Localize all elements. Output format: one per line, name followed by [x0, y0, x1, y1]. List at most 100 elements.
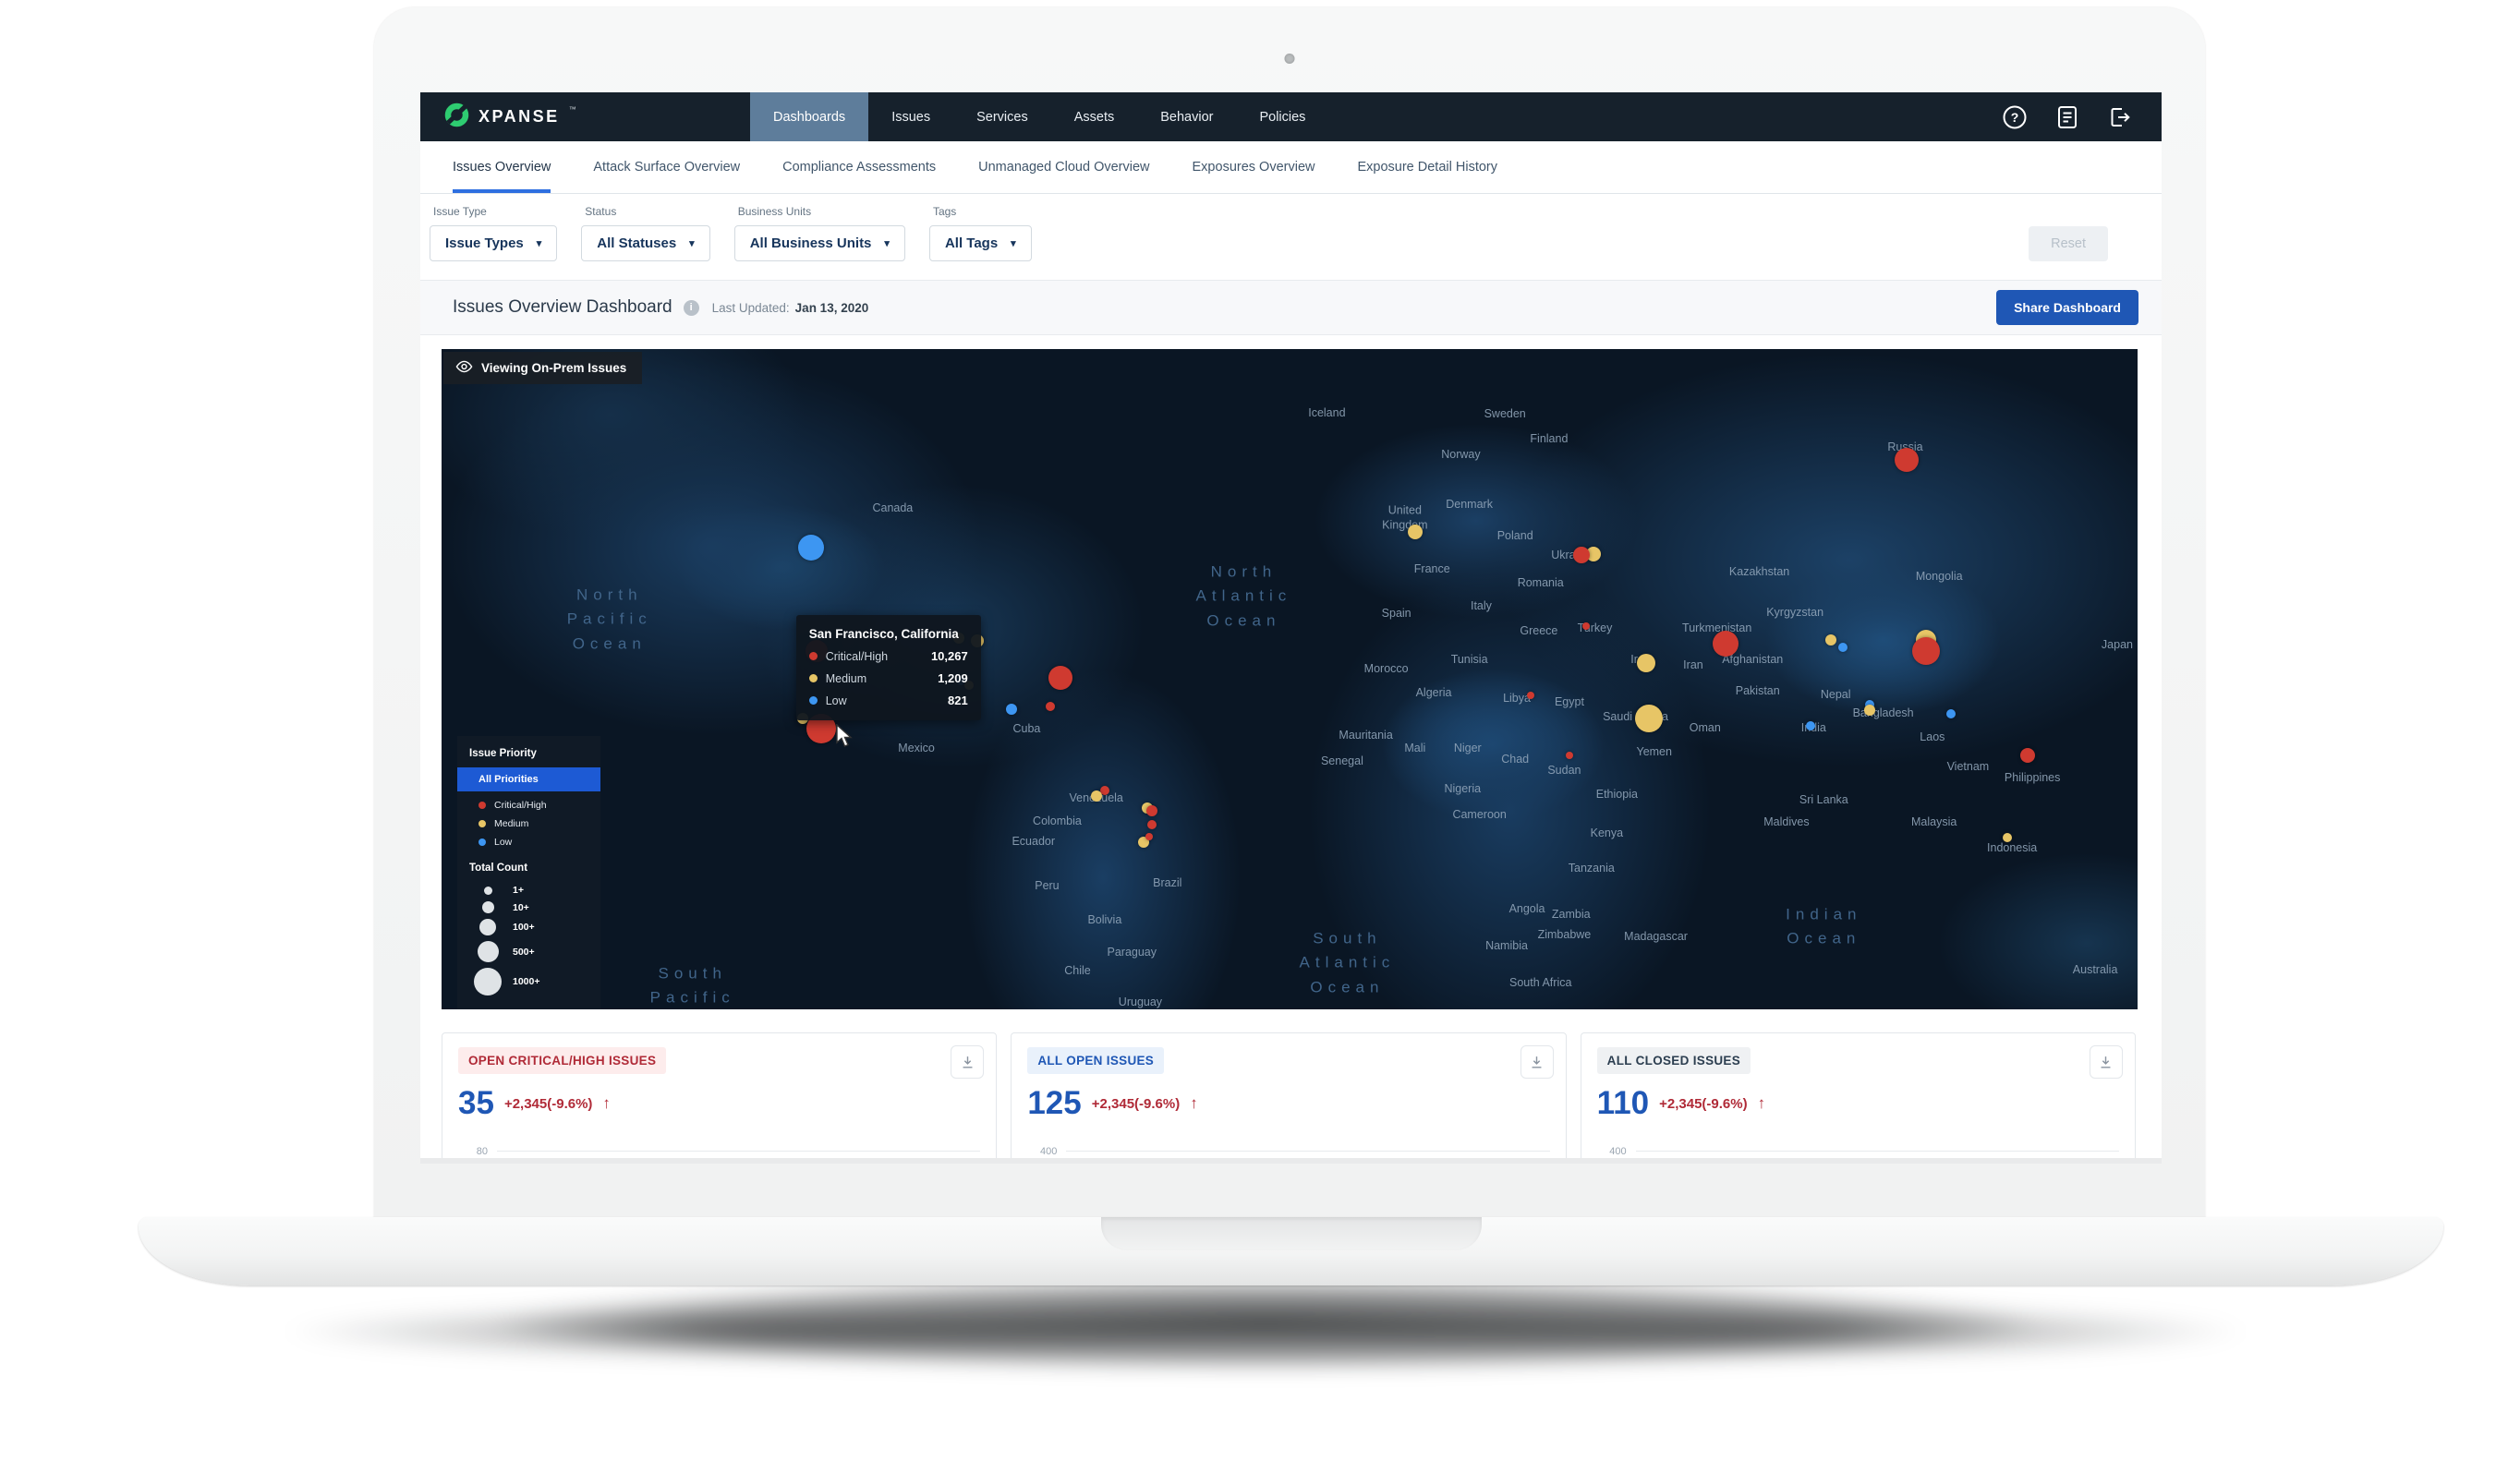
legend-all-priorities[interactable]: All Priorities — [457, 767, 600, 791]
nav-item-services[interactable]: Services — [953, 92, 1051, 141]
filter-select-status[interactable]: All Statuses▾ — [581, 225, 709, 261]
map-country-label-brazil: Brazil — [1153, 876, 1181, 891]
share-dashboard-button[interactable]: Share Dashboard — [1996, 290, 2138, 325]
map-marker-critical[interactable] — [1527, 692, 1534, 699]
nav-item-assets[interactable]: Assets — [1051, 92, 1138, 141]
map-marker-critical[interactable] — [1046, 702, 1055, 711]
map-country-label-poland: Poland — [1497, 529, 1533, 544]
map-country-label-kazakhstan: Kazakhstan — [1729, 565, 1789, 580]
map-country-label-cameroon: Cameroon — [1452, 808, 1506, 823]
arrow-up-icon: ↑ — [602, 1094, 611, 1113]
map-marker-low[interactable] — [1006, 704, 1017, 715]
map-marker-critical[interactable] — [1582, 622, 1590, 630]
map-country-label-kenya: Kenya — [1591, 826, 1623, 841]
chevron-down-icon: ▾ — [689, 237, 695, 249]
map-marker-critical[interactable] — [1912, 637, 1940, 665]
tab-issues-overview[interactable]: Issues Overview — [453, 141, 551, 193]
tooltip-value: 821 — [948, 694, 968, 707]
map-marker-low[interactable] — [1946, 709, 1956, 718]
map-country-label-spain: Spain — [1382, 607, 1411, 621]
map-marker-critical[interactable] — [1566, 752, 1573, 759]
map-marker-medium[interactable] — [1091, 790, 1102, 802]
nav-item-dashboards[interactable]: Dashboards — [750, 92, 868, 141]
map-marker-low[interactable] — [798, 535, 824, 561]
metric-card-open-critical-high-issues: OPEN CRITICAL/HIGH ISSUES35+2,345(-9.6%)… — [442, 1032, 997, 1164]
map-country-label-namibia: Namibia — [1485, 939, 1528, 954]
map-marker-medium[interactable] — [1637, 654, 1655, 672]
tooltip-location: San Francisco, California — [809, 627, 968, 641]
map-marker-critical[interactable] — [1573, 547, 1590, 563]
filter-group-status: StatusAll Statuses▾ — [581, 205, 709, 261]
map-marker-critical[interactable] — [1147, 820, 1157, 829]
tab-attack-surface-overview[interactable]: Attack Surface Overview — [593, 141, 740, 193]
tab-exposures-overview[interactable]: Exposures Overview — [1193, 141, 1315, 193]
map-marker-critical[interactable] — [1713, 631, 1739, 657]
tab-unmanaged-cloud-overview[interactable]: Unmanaged Cloud Overview — [978, 141, 1149, 193]
map-country-label-south-africa: South Africa — [1509, 976, 1571, 991]
filter-select-business-units[interactable]: All Business Units▾ — [734, 225, 905, 261]
ocean-label-south-atlantic: South Atlantic Ocean — [1300, 926, 1396, 999]
download-icon[interactable] — [951, 1045, 984, 1079]
card-title-badge: ALL CLOSED ISSUES — [1597, 1047, 1751, 1074]
map-marker-medium[interactable] — [2003, 833, 2012, 842]
map-marker-critical[interactable] — [1048, 666, 1072, 690]
map-marker-low[interactable] — [1838, 643, 1848, 652]
metric-card-all-closed-issues: ALL CLOSED ISSUES110+2,345(-9.6%)↑400300 — [1581, 1032, 2136, 1164]
map-country-label-australia: Australia — [2073, 963, 2118, 978]
reset-button[interactable]: Reset — [2029, 226, 2108, 261]
legend-item-critical-high[interactable]: Critical/High — [457, 796, 600, 814]
map-country-label-philippines: Philippines — [2005, 771, 2060, 786]
map-marker-medium[interactable] — [1864, 705, 1875, 716]
map-country-label-angola: Angola — [1509, 902, 1545, 917]
map-country-label-nigeria: Nigeria — [1444, 782, 1481, 797]
download-icon[interactable] — [2090, 1045, 2123, 1079]
count-circle-box — [472, 968, 503, 995]
tab-exposure-detail-history[interactable]: Exposure Detail History — [1357, 141, 1497, 193]
tab-compliance-assessments[interactable]: Compliance Assessments — [782, 141, 936, 193]
map-country-label-peru: Peru — [1035, 879, 1059, 894]
map-country-label-iceland: Iceland — [1308, 406, 1345, 421]
filter-select-tags[interactable]: All Tags▾ — [929, 225, 1032, 261]
map-country-label-france: France — [1414, 562, 1450, 577]
chart-axis-tick: 400 — [1597, 1146, 1627, 1157]
chart-grid-row: 400 — [1597, 1139, 2119, 1164]
tooltip-value: 1,209 — [938, 671, 968, 685]
nav-item-issues[interactable]: Issues — [868, 92, 953, 141]
map-country-label-nepal: Nepal — [1821, 688, 1851, 703]
map-marker-critical[interactable] — [1146, 805, 1157, 816]
dashboard-tabs: Issues Overview Attack Surface Overview Co… — [420, 141, 2162, 194]
card-value: 110 — [1597, 1085, 1649, 1122]
brand-logo[interactable]: XPANSE ™ — [420, 92, 610, 141]
map-country-label-senegal: Senegal — [1321, 754, 1363, 769]
legend-item-low[interactable]: Low — [457, 833, 600, 851]
map-country-label-italy: Italy — [1471, 599, 1492, 614]
map-view-badge-label: Viewing On-Prem Issues — [481, 361, 626, 375]
tooltip-label: Low — [826, 694, 847, 707]
issues-world-map[interactable]: Viewing On-Prem Issues San Francisco, Ca… — [442, 349, 2138, 1009]
legend-item-medium[interactable]: Medium — [457, 814, 600, 833]
count-circle-box — [472, 941, 503, 962]
info-icon[interactable]: i — [684, 300, 699, 316]
help-icon[interactable]: ? — [2001, 103, 2029, 131]
map-country-label-tanzania: Tanzania — [1569, 862, 1615, 876]
release-notes-icon[interactable] — [2054, 103, 2081, 131]
low-dot-icon — [809, 696, 818, 705]
nav-item-behavior[interactable]: Behavior — [1137, 92, 1236, 141]
map-marker-medium[interactable] — [1408, 525, 1423, 539]
map-marker-critical[interactable] — [1895, 448, 1919, 472]
nav-item-policies[interactable]: Policies — [1236, 92, 1328, 141]
filter-select-issue-type[interactable]: Issue Types▾ — [430, 225, 557, 261]
map-marker-critical[interactable] — [2020, 748, 2035, 763]
map-marker-medium[interactable] — [1635, 705, 1663, 732]
map-marker-critical[interactable] — [1145, 833, 1153, 840]
app-screen: XPANSE ™ DashboardsIssuesServicesAssetsB… — [420, 92, 2162, 1164]
count-circle-icon — [482, 901, 494, 913]
logout-icon[interactable] — [2106, 103, 2134, 131]
map-marker-medium[interactable] — [1825, 634, 1836, 646]
filter-group-issue-type: Issue TypeIssue Types▾ — [430, 205, 557, 261]
map-marker-low[interactable] — [1806, 721, 1815, 730]
count-circle-icon — [479, 919, 496, 935]
nav-utilities: ? — [2001, 92, 2162, 141]
tooltip-row-low: Low 821 — [809, 694, 968, 707]
download-icon[interactable] — [1520, 1045, 1554, 1079]
